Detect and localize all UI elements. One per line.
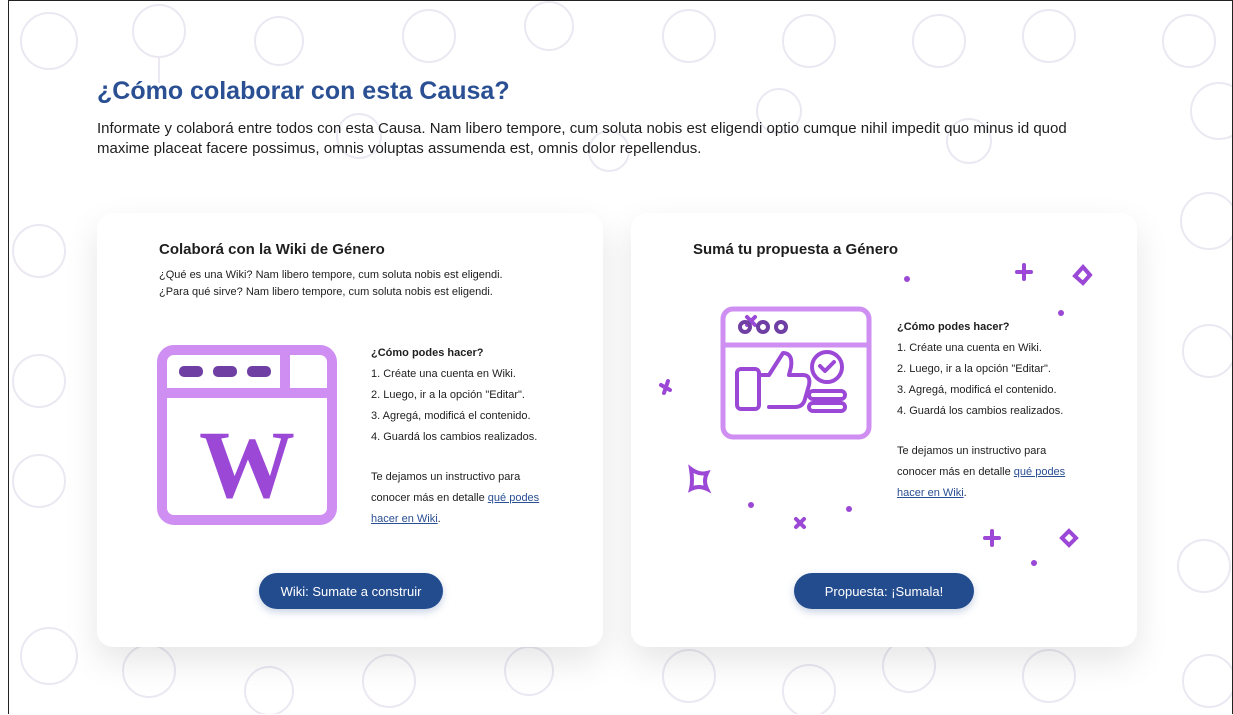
proposal-join-button[interactable]: Propuesta: ¡Sumala! bbox=[794, 573, 974, 609]
proposal-step: 4. Guardá los cambios realizados. bbox=[897, 405, 1064, 417]
proposal-steps: ¿Cómo podes hacer? 1. Créate una cuenta … bbox=[897, 317, 1065, 504]
proposal-step: 3. Agregá, modificá el contenido. bbox=[897, 384, 1057, 396]
wiki-card: Colaborá con la Wiki de Género ¿Qué es u… bbox=[97, 213, 603, 647]
proposal-instructions-line: Te dejamos un instructivo para bbox=[897, 445, 1047, 457]
wiki-link-suffix: . bbox=[437, 513, 441, 525]
wiki-instructions-line: conocer más en detalle bbox=[371, 492, 488, 504]
page-intro: Informate y colaborá entre todos con est… bbox=[97, 120, 1067, 157]
wiki-instructions-link[interactable]: qué podes bbox=[488, 492, 539, 504]
wiki-w-letter: W bbox=[199, 411, 295, 518]
proposal-step: 2. Luego, ir a la opción "Editar". bbox=[897, 363, 1051, 375]
wiki-steps: ¿Cómo podes hacer? 1. Créate una cuenta … bbox=[371, 343, 539, 530]
proposal-instructions-link[interactable]: hacer en Wiki bbox=[897, 487, 964, 499]
wiki-browser-icon: W bbox=[157, 345, 337, 525]
wiki-step: 2. Luego, ir a la opción "Editar". bbox=[371, 389, 525, 401]
proposal-step: 1. Créate una cuenta en Wiki. bbox=[897, 342, 1042, 354]
wiki-card-title: Colaborá con la Wiki de Género bbox=[159, 241, 385, 258]
wiki-step: 3. Agregá, modificá el contenido. bbox=[371, 410, 531, 422]
wiki-step: 1. Créate una cuenta en Wiki. bbox=[371, 368, 516, 380]
wiki-how-title: ¿Cómo podes hacer? bbox=[371, 347, 484, 359]
page-frame: ¿Cómo colaborar con esta Causa? Informat… bbox=[8, 0, 1233, 714]
wiki-description-line: ¿Qué es una Wiki? Nam libero tempore, cu… bbox=[159, 269, 503, 281]
wiki-join-button[interactable]: Wiki: Sumate a construir bbox=[259, 573, 443, 609]
page-title: ¿Cómo colaborar con esta Causa? bbox=[97, 77, 510, 105]
proposal-card: Sumá tu propuesta a Género ¿Cómo podes h… bbox=[631, 213, 1137, 647]
wiki-instructions-link[interactable]: hacer en Wiki bbox=[371, 513, 438, 525]
proposal-link-suffix: . bbox=[963, 487, 967, 499]
wiki-description-line: ¿Para qué sirve? Nam libero tempore, cum… bbox=[159, 286, 493, 298]
wiki-instructions-line: Te dejamos un instructivo para bbox=[371, 471, 521, 483]
proposal-instructions-link[interactable]: qué podes bbox=[1014, 466, 1065, 478]
proposal-instructions-line: conocer más en detalle bbox=[897, 466, 1014, 478]
wiki-card-description: ¿Qué es una Wiki? Nam libero tempore, cu… bbox=[159, 267, 503, 301]
proposal-how-title: ¿Cómo podes hacer? bbox=[897, 321, 1010, 333]
wiki-step: 4. Guardá los cambios realizados. bbox=[371, 431, 538, 443]
